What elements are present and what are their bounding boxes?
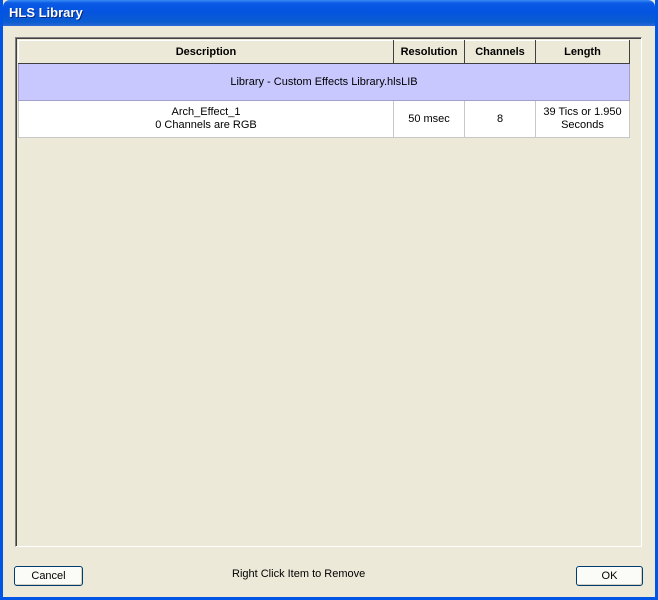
hls-library-window: HLS Library Description Resolution Chann… — [0, 0, 658, 600]
library-table: Description Resolution Channels Length L… — [18, 40, 630, 138]
column-header-description[interactable]: Description — [18, 40, 394, 64]
library-group-label: Library - Custom Effects Library.hlsLIB — [18, 63, 630, 101]
header-row: Description Resolution Channels Length — [18, 40, 630, 64]
cell-length[interactable]: 39 Tics or 1.950 Seconds — [535, 100, 630, 138]
effect-name: Arch_Effect_1 — [171, 106, 241, 118]
cell-channels[interactable]: 8 — [464, 100, 536, 138]
remove-hint-label: Right Click Item to Remove — [232, 568, 366, 580]
column-header-channels[interactable]: Channels — [464, 40, 536, 64]
window-title: HLS Library — [9, 5, 83, 20]
column-header-length[interactable]: Length — [535, 40, 630, 64]
title-bar[interactable]: HLS Library — [3, 0, 655, 26]
library-grid: Description Resolution Channels Length L… — [15, 37, 642, 547]
ok-button[interactable]: OK — [576, 566, 643, 586]
cancel-button[interactable]: Cancel — [14, 566, 83, 586]
column-header-resolution[interactable]: Resolution — [393, 40, 465, 64]
length-line-1: 39 Tics or 1.950 — [543, 106, 622, 118]
table-row[interactable]: Arch_Effect_1 0 Channels are RGB 50 msec… — [18, 100, 630, 138]
effect-rgb-info: 0 Channels are RGB — [155, 119, 257, 131]
library-group-row[interactable]: Library - Custom Effects Library.hlsLIB — [18, 63, 630, 101]
cell-description[interactable]: Arch_Effect_1 0 Channels are RGB — [18, 100, 394, 138]
length-line-2: Seconds — [561, 119, 604, 131]
cell-resolution[interactable]: 50 msec — [393, 100, 465, 138]
